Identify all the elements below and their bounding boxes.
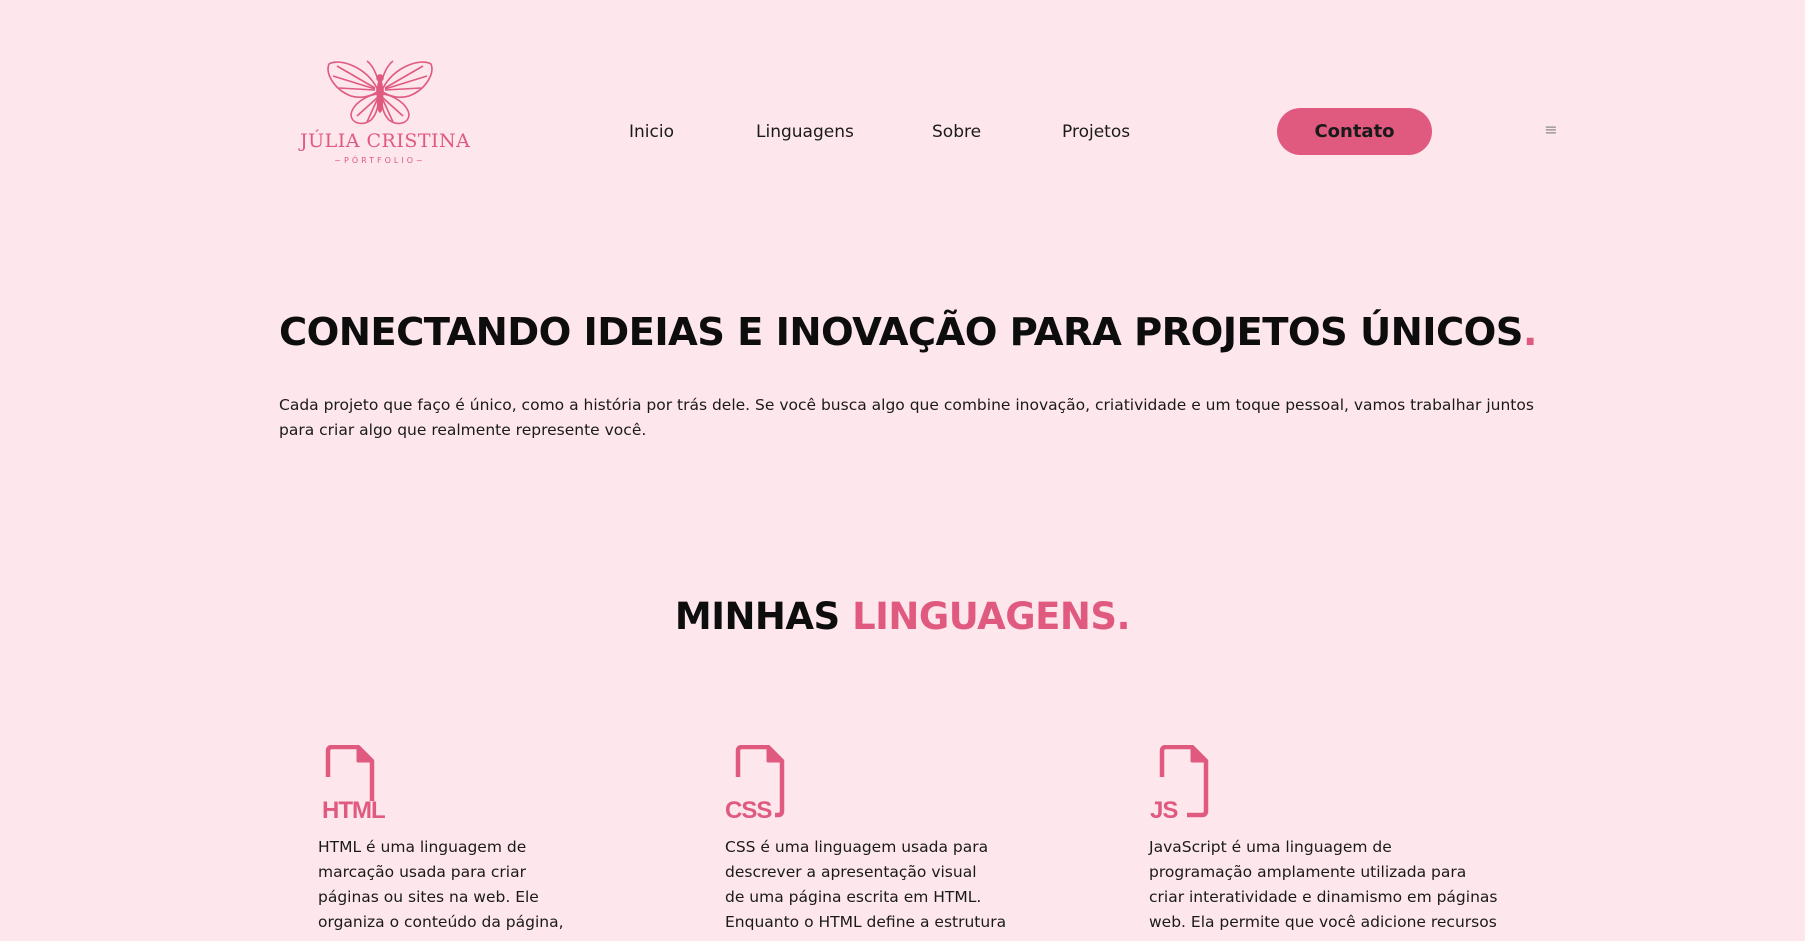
language-card-js-text: JavaScript é uma linguagem de programaçã… [1149, 835, 1529, 935]
language-card-css-text: CSS é uma linguagem usada para descrever… [725, 835, 1065, 935]
main-nav: Inicio Linguagens Sobre Projetos [0, 120, 1805, 144]
card-line: Enquanto o HTML define a estrutura [725, 913, 1007, 931]
card-line: páginas ou sites na web. Ele [318, 888, 539, 906]
nav-link-sobre[interactable]: Sobre [932, 120, 981, 144]
card-line: de uma página escrita em HTML. [725, 888, 982, 906]
hero-description: Cada projeto que faço é único, como a hi… [279, 396, 1534, 439]
hero-title-dot: . [1522, 310, 1538, 355]
card-line: HTML é uma linguagem de [318, 838, 527, 856]
butterfly-icon [327, 60, 433, 125]
html-file-icon: HTML [322, 745, 386, 821]
card-line: descrever a apresentação visual [725, 863, 977, 881]
css-icon-label: CSS [725, 797, 772, 821]
card-line: web. Ela permite que você adicione recur… [1149, 913, 1497, 931]
html-icon-label: HTML [322, 797, 385, 821]
brand-logo[interactable]: JÚLIA CRISTINA ~PÓRTFOLIO~ [300, 58, 470, 180]
contact-button[interactable]: Contato [1277, 108, 1432, 155]
nav-link-linguagens[interactable]: Linguagens [756, 120, 854, 144]
card-line: programação amplamente utilizada para [1149, 863, 1467, 881]
card-line: CSS é uma linguagem usada para [725, 838, 989, 856]
languages-title-accent: LINGUAGENS. [852, 595, 1131, 638]
languages-title-prefix: MINHAS [674, 595, 853, 638]
nav-link-projetos[interactable]: Projetos [1062, 120, 1130, 144]
css-file-icon: CSS [725, 745, 785, 821]
card-line: JavaScript é uma linguagem de [1149, 838, 1392, 856]
hero-title: CONECTANDO IDEIAS E INOVAÇÃO PARA PROJET… [279, 305, 1538, 361]
languages-section-title: MINHAS LINGUAGENS. [0, 592, 1805, 642]
brand-subtitle: ~PÓRTFOLIO~ [334, 156, 426, 165]
language-card-css: CSS CSS é uma linguagem usada para descr… [725, 745, 1065, 935]
card-line: marcação usada para criar [318, 863, 526, 881]
hamburger-menu-icon[interactable]: ≡ [1543, 122, 1559, 138]
js-icon-label: JS [1150, 797, 1178, 821]
card-line: criar interatividade e dinamismo em pági… [1149, 888, 1498, 906]
hero-title-text: CONECTANDO IDEIAS E INOVAÇÃO PARA PROJET… [279, 310, 1523, 355]
card-line: organiza o conteúdo da página, [318, 913, 564, 931]
language-card-html: HTML HTML é uma linguagem de marcação us… [318, 745, 658, 935]
language-card-html-text: HTML é uma linguagem de marcação usada p… [318, 835, 658, 935]
js-file-icon: JS [1150, 745, 1209, 821]
nav-link-inicio[interactable]: Inicio [629, 120, 674, 144]
language-card-js: JS JavaScript é uma linguagem de program… [1149, 745, 1529, 935]
